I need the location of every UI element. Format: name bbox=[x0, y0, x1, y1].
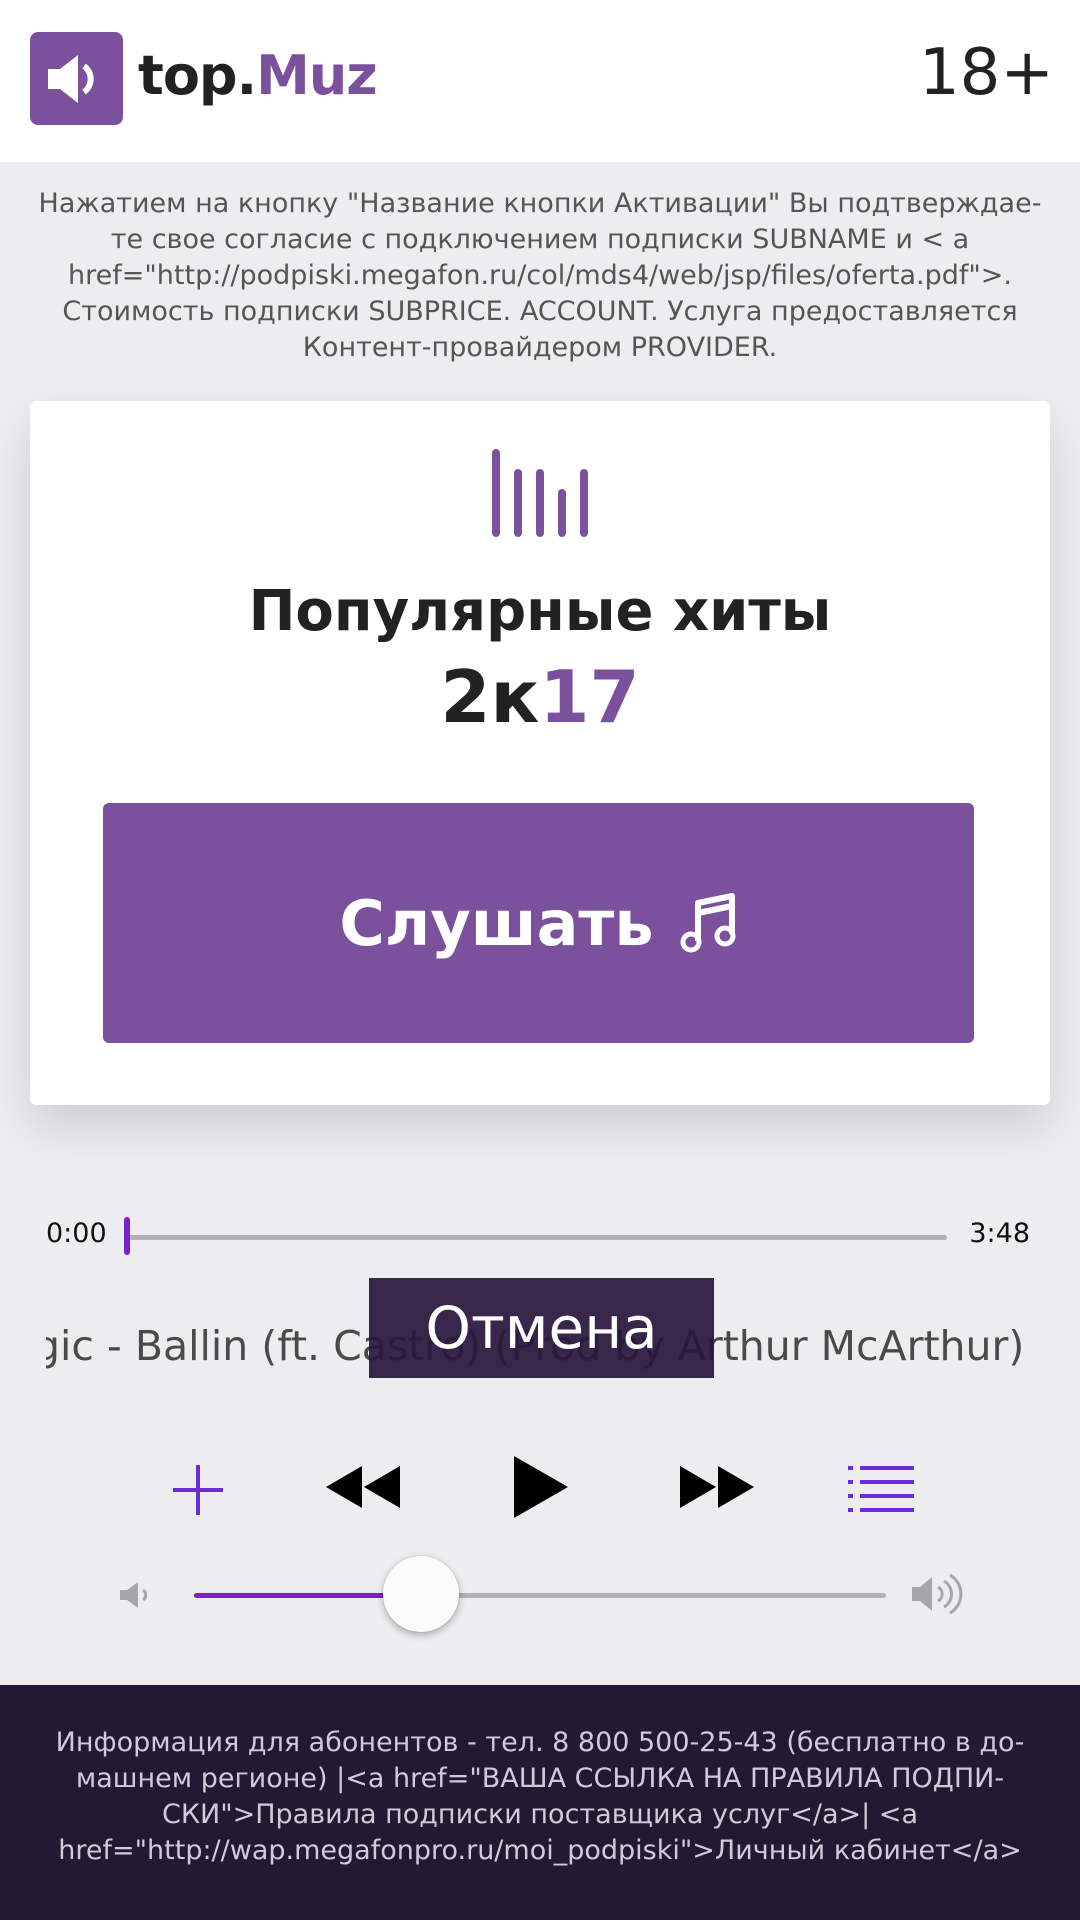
cancel-button[interactable]: Отмена bbox=[369, 1278, 714, 1378]
volume-low-icon bbox=[120, 1582, 148, 1608]
age-rating: 18+ bbox=[918, 36, 1054, 110]
footer: Информация для абонентов - тел. 8 800 50… bbox=[0, 1685, 1080, 1920]
progress-track[interactable] bbox=[127, 1235, 947, 1240]
card-title: Популярные хиты bbox=[248, 579, 832, 644]
playlist-icon[interactable] bbox=[848, 1466, 914, 1512]
year-accent: 17 bbox=[539, 655, 640, 739]
subscription-disclaimer: Нажатием на кнопку "Название кнопки Акти… bbox=[38, 188, 1042, 363]
time-current: 0:00 bbox=[46, 1218, 107, 1249]
brand-prefix: top. bbox=[138, 44, 257, 107]
brand-name[interactable]: top.Muz bbox=[138, 44, 378, 107]
music-note-icon bbox=[680, 893, 736, 953]
speaker-icon bbox=[48, 55, 94, 103]
add-icon[interactable] bbox=[170, 1462, 226, 1518]
volume-high-icon bbox=[912, 1573, 963, 1615]
app-header: top.Muz 18+ bbox=[0, 0, 1080, 162]
fast-forward-icon[interactable] bbox=[680, 1466, 754, 1508]
time-total: 3:48 bbox=[969, 1218, 1030, 1249]
listen-label: Слушать bbox=[339, 886, 654, 960]
volume-thumb[interactable] bbox=[383, 1556, 459, 1632]
footer-info: Информация для абонентов - тел. 8 800 50… bbox=[55, 1727, 1025, 1866]
logo[interactable] bbox=[30, 32, 123, 125]
brand-accent: Muz bbox=[256, 44, 378, 107]
listen-button[interactable]: Слушать bbox=[103, 803, 974, 1043]
progress-thumb[interactable] bbox=[124, 1217, 130, 1255]
year-prefix: 2к bbox=[440, 655, 540, 739]
equalizer-icon bbox=[492, 449, 588, 537]
play-icon[interactable] bbox=[514, 1456, 568, 1518]
rewind-icon[interactable] bbox=[326, 1466, 400, 1508]
promo-card: Популярные хиты 2к17 Слушать bbox=[30, 401, 1050, 1105]
card-year: 2к17 bbox=[30, 655, 1050, 739]
